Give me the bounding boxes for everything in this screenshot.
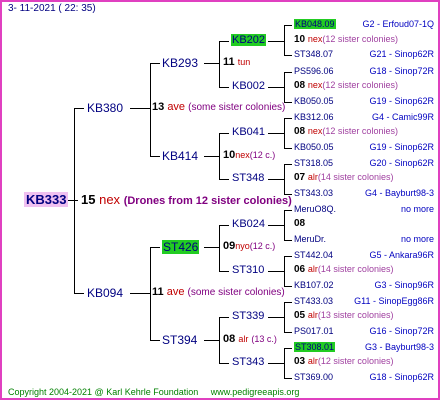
gen1-kb094[interactable]: KB094	[87, 286, 123, 300]
gen2-st394[interactable]: ST394	[162, 333, 197, 347]
gen4-id-2[interactable]: PS596.06	[294, 66, 334, 76]
site-link[interactable]: www.pedigreeapis.org	[211, 387, 300, 397]
gen3-kb041-detail: 08 nex(12 sister colonies)	[294, 126, 398, 137]
gen2-kb414-detail: 10nex(12 c.)	[223, 149, 276, 161]
gen4-pedigree-1[interactable]: G21 - Sinop62R	[369, 49, 434, 59]
gen4-pedigree-11[interactable]: G3 - Sinop96R	[374, 280, 434, 290]
gen4-pedigree-7[interactable]: G4 - Bayburt98-3	[365, 188, 434, 198]
gen2-kb293[interactable]: KB293	[162, 56, 198, 70]
gen2-kb293-detail: 11 tun	[223, 56, 251, 68]
gen4-pedigree-9[interactable]: no more	[401, 234, 434, 244]
gen3-st343[interactable]: ST343	[232, 356, 264, 368]
gen4-pedigree-2[interactable]: G18 - Sinop72R	[369, 66, 434, 76]
gen4-pedigree-3[interactable]: G19 - Sinop62R	[369, 96, 434, 106]
gen3-st348-detail: 07 alr(14 sister colonies)	[294, 172, 394, 183]
gen3-kb041[interactable]: KB041	[232, 126, 265, 138]
gen4-pedigree-15[interactable]: G18 - Sinop62R	[369, 372, 434, 382]
footer: Copyright 2004-2021 @ Karl Kehrle Founda…	[8, 387, 299, 397]
gen4-id-0[interactable]: KB048.09	[294, 19, 336, 29]
copyright-text: Copyright 2004-2021 @ Karl Kehrle Founda…	[8, 387, 199, 397]
gen3-st343-detail: 03 alr(12 sister colonies)	[294, 356, 394, 367]
gen1-kb094-detail: 11 ave (some sister colonies)	[152, 286, 285, 298]
gen4-pedigree-10[interactable]: G5 - Ankara96R	[369, 250, 434, 260]
gen3-st339[interactable]: ST339	[232, 310, 264, 322]
gen4-id-13[interactable]: PS017.01	[294, 326, 334, 336]
gen4-id-9[interactable]: MeruDr.	[294, 234, 326, 244]
gen2-st394-detail: 08 alr (13 c.)	[223, 333, 277, 345]
gen4-pedigree-14[interactable]: G3 - Bayburt98-3	[365, 342, 434, 352]
gen2-st426[interactable]: ST426	[162, 240, 200, 254]
gen4-pedigree-8[interactable]: no more	[401, 204, 434, 214]
root-queen-id[interactable]: KB333	[24, 192, 69, 207]
date-header: 3- 11-2021 ( 22: 35)	[8, 3, 96, 14]
gen4-id-15[interactable]: ST369.00	[294, 372, 333, 382]
gen3-kb202[interactable]: KB202	[231, 34, 267, 46]
gen4-pedigree-0[interactable]: G2 - Erfoud07-1Q	[362, 19, 434, 29]
gen4-id-14[interactable]: ST308.01	[294, 342, 336, 352]
gen4-pedigree-13[interactable]: G16 - Sinop72R	[369, 326, 434, 336]
gen4-id-8[interactable]: MeruO8Q.	[294, 204, 336, 214]
gen3-kb202-detail: 10 nex(12 sister colonies)	[294, 34, 398, 45]
gen2-st426-detail: 09nyo(12 c.)	[223, 240, 276, 252]
gen3-st310-detail: 06 alr(14 sister colonies)	[294, 264, 394, 275]
pedigree-frame: 3- 11-2021 ( 22: 35) KB333 15 nex (Drone…	[0, 0, 440, 400]
gen4-id-6[interactable]: ST318.05	[294, 158, 333, 168]
gen3-kb024[interactable]: KB024	[232, 218, 265, 230]
gen3-st310[interactable]: ST310	[232, 264, 264, 276]
gen4-id-12[interactable]: ST433.03	[294, 296, 333, 306]
gen4-id-1[interactable]: ST348.07	[294, 49, 333, 59]
gen4-id-3[interactable]: KB050.05	[294, 96, 334, 106]
gen3-kb002-detail: 08 nex(12 sister colonies)	[294, 80, 398, 91]
root-line: 15 nex (Drones from 12 sister colonies)	[81, 192, 292, 207]
gen2-kb414[interactable]: KB414	[162, 149, 198, 163]
gen3-kb002[interactable]: KB002	[232, 80, 265, 92]
root-number: 15	[81, 192, 96, 207]
gen4-pedigree-6[interactable]: G20 - Sinop62R	[369, 158, 434, 168]
gen4-id-4[interactable]: KB312.06	[294, 112, 334, 122]
gen3-kb024-detail: 08	[294, 218, 306, 229]
gen4-id-7[interactable]: ST343.03	[294, 188, 333, 198]
gen4-id-11[interactable]: KB107.02	[294, 280, 334, 290]
root-queen-code: nex	[99, 192, 121, 207]
gen4-pedigree-5[interactable]: G19 - Sinop62R	[369, 142, 434, 152]
gen3-st348[interactable]: ST348	[232, 172, 264, 184]
gen4-id-10[interactable]: ST442.04	[294, 250, 333, 260]
gen4-pedigree-12[interactable]: G11 - SinopEgg86R	[354, 296, 434, 306]
gen4-pedigree-4[interactable]: G4 - Camic99R	[372, 112, 434, 122]
root-note: (Drones from 12 sister colonies)	[123, 195, 292, 207]
gen1-kb380-detail: 13 ave (some sister colonies)	[152, 101, 286, 113]
gen1-kb380[interactable]: KB380	[87, 101, 123, 115]
gen4-id-5[interactable]: KB050.05	[294, 142, 334, 152]
gen3-st339-detail: 05 alr(13 sister colonies)	[294, 310, 394, 321]
